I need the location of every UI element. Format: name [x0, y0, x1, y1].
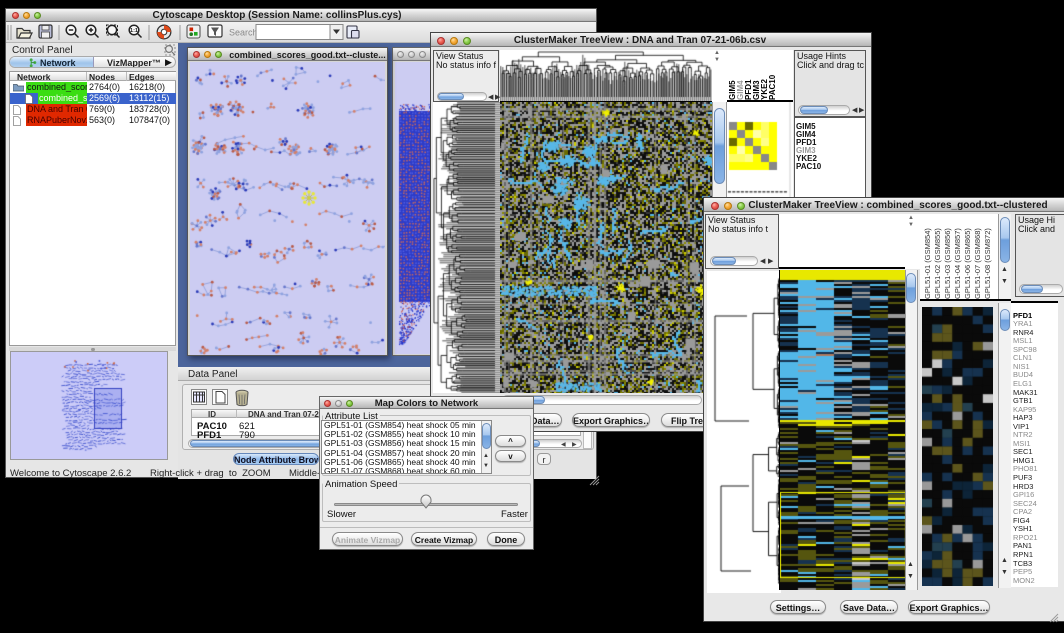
svg-text:1:1: 1:1 [130, 28, 138, 34]
svg-text:Search:: Search: [229, 28, 260, 38]
